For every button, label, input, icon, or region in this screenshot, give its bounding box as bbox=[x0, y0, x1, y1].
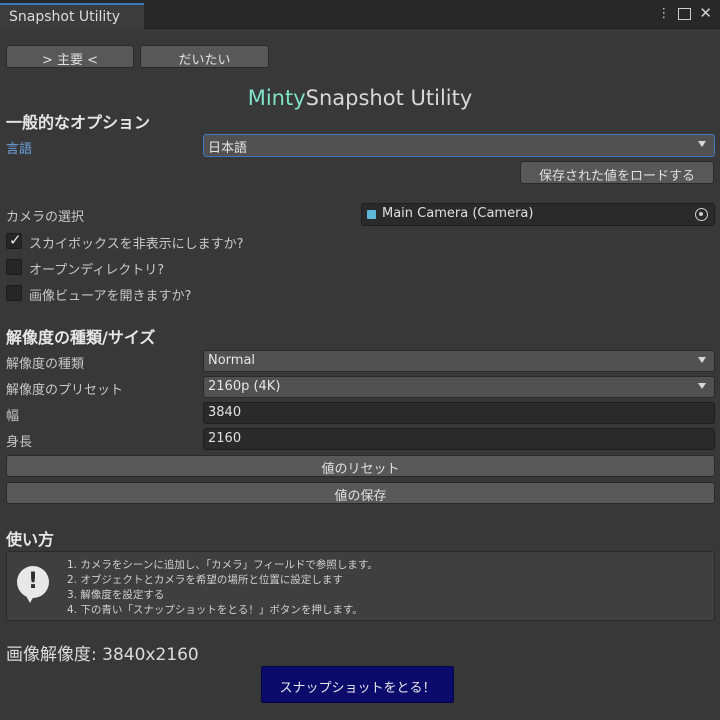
resolution-preset-label: 解像度のプリセット bbox=[6, 383, 124, 398]
chevron-down-icon bbox=[698, 141, 706, 147]
resolution-preset-dropdown[interactable]: 2160p (4K) bbox=[203, 376, 715, 398]
resolution-type-value: Normal bbox=[208, 353, 256, 368]
window-controls: ⋮ ✕ bbox=[657, 6, 712, 22]
general-options-header: 一般的なオプション bbox=[6, 113, 151, 132]
language-value: 日本語 bbox=[208, 141, 248, 156]
resolution-preset-value: 2160p (4K) bbox=[208, 379, 281, 394]
title-rest: Snapshot Utility bbox=[305, 86, 473, 110]
app-title: MintySnapshot Utility bbox=[0, 86, 720, 110]
close-icon[interactable]: ✕ bbox=[699, 6, 712, 21]
camera-value: Main Camera (Camera) bbox=[382, 206, 534, 221]
maximize-icon[interactable] bbox=[678, 8, 692, 20]
skybox-label: スカイボックスを非表示にしますか? bbox=[29, 237, 244, 252]
language-label: 言語 bbox=[6, 142, 33, 157]
camera-label: カメラの選択 bbox=[6, 210, 85, 225]
approx-button[interactable]: だいたい bbox=[140, 45, 269, 68]
image-resolution-readout: 画像解像度: 3840x2160 bbox=[6, 645, 199, 665]
skybox-checkbox[interactable]: ✓ bbox=[6, 231, 22, 249]
usage-step-1: 1. カメラをシーンに追加し、「カメラ」フィールドで参照します。 bbox=[67, 559, 378, 571]
open-viewer-label: 画像ビューアを開きますか? bbox=[29, 289, 192, 304]
chevron-down-icon bbox=[698, 357, 706, 363]
more-vert-icon[interactable]: ⋮ bbox=[657, 6, 670, 21]
load-saved-values-button[interactable]: 保存された値をロードする bbox=[520, 161, 714, 184]
usage-step-4: 4. 下の青い「スナップショットをとる！」ボタンを押します。 bbox=[67, 604, 363, 616]
usage-header: 使い方 bbox=[6, 530, 55, 549]
main-button[interactable]: > 主要 < bbox=[6, 45, 134, 68]
save-values-button[interactable]: 値の保存 bbox=[6, 482, 715, 504]
check-icon: ✓ bbox=[9, 231, 22, 249]
width-label: 幅 bbox=[6, 409, 20, 424]
resolution-type-dropdown[interactable]: Normal bbox=[203, 350, 715, 372]
width-field[interactable]: 3840 bbox=[203, 402, 715, 424]
info-icon-tail bbox=[25, 594, 35, 603]
camera-object-field[interactable]: Main Camera (Camera) bbox=[361, 203, 715, 226]
resolution-header: 解像度の種類/サイズ bbox=[6, 328, 156, 347]
height-field[interactable]: 2160 bbox=[203, 428, 715, 450]
camera-icon bbox=[367, 210, 376, 219]
open-directory-label: オープンディレクトリ? bbox=[29, 263, 165, 278]
reset-values-button[interactable]: 値のリセット bbox=[6, 455, 715, 477]
title-prefix: Minty bbox=[247, 86, 306, 110]
open-directory-checkbox[interactable] bbox=[6, 259, 22, 275]
usage-step-3: 3. 解像度を設定する bbox=[67, 589, 165, 601]
help-box: ! 1. カメラをシーンに追加し、「カメラ」フィールドで参照します。 2. オブ… bbox=[6, 551, 715, 621]
take-snapshot-button[interactable]: スナップショットをとる！ bbox=[261, 666, 454, 703]
object-picker-icon[interactable] bbox=[695, 208, 708, 221]
height-label: 身長 bbox=[6, 435, 33, 450]
tab-snapshot-utility[interactable]: Snapshot Utility bbox=[0, 3, 144, 29]
language-dropdown[interactable]: 日本語 bbox=[203, 134, 715, 157]
chevron-down-icon bbox=[698, 383, 706, 389]
usage-step-2: 2. オブジェクトとカメラを希望の場所と位置に設定します bbox=[67, 574, 343, 586]
resolution-type-label: 解像度の種類 bbox=[6, 357, 85, 372]
open-viewer-checkbox[interactable] bbox=[6, 285, 22, 301]
